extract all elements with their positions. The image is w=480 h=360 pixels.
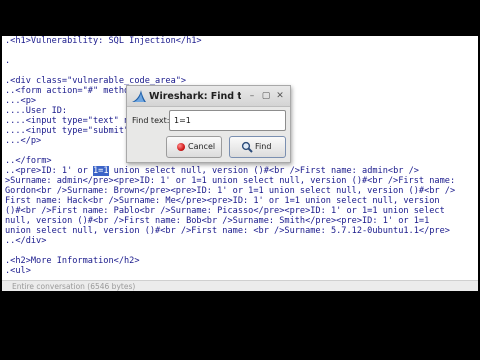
conversation-line: >Surname: admin</pre><pre>ID: 1' or 1=1 … bbox=[5, 176, 456, 186]
search-match-highlight: 1=1 bbox=[92, 166, 109, 176]
conversation-line: ...<p> bbox=[5, 96, 37, 106]
find-button-label: Find bbox=[255, 142, 272, 151]
dialog-title: Wireshark: Find text bbox=[149, 91, 241, 102]
follow-stream-window: .<h1>Vulnerability: SQL Injection</h1>..… bbox=[2, 36, 478, 291]
wireshark-fin-icon bbox=[132, 90, 146, 102]
conversation-line: .<h1>Vulnerability: SQL Injection</h1> bbox=[5, 36, 202, 46]
cancel-button-label: Cancel bbox=[188, 142, 216, 151]
magnifier-icon bbox=[241, 141, 253, 153]
conversation-line: ..</form> bbox=[5, 156, 52, 166]
conversation-line: .<ul> bbox=[5, 266, 31, 276]
screen-frame: .<h1>Vulnerability: SQL Injection</h1>..… bbox=[0, 0, 480, 360]
conversation-line: . bbox=[5, 56, 11, 66]
conversation-line: ..<pre>ID: 1' or 1=1 union select null, … bbox=[5, 166, 419, 176]
cancel-button[interactable]: Cancel bbox=[166, 136, 222, 158]
status-bar: Entire conversation (6546 bytes) bbox=[2, 280, 478, 291]
find-text-label: Find text: bbox=[132, 116, 170, 125]
conversation-line: First name: Hack<br />Surname: Me</pre><… bbox=[5, 196, 440, 206]
conversation-line: .<h2>More Information</h2> bbox=[5, 256, 140, 266]
close-icon[interactable]: ✕ bbox=[275, 91, 285, 101]
red-stop-icon bbox=[177, 143, 185, 151]
find-text-dialog: Wireshark: Find text – ▢ ✕ Find text: 1=… bbox=[126, 85, 291, 163]
conversation-line: ...</p> bbox=[5, 136, 42, 146]
conversation-line: ....User ID: bbox=[5, 106, 68, 116]
status-text: Entire conversation (6546 bytes) bbox=[12, 282, 136, 291]
find-text-input[interactable]: 1=1 bbox=[169, 110, 286, 131]
conversation-line: null, version ()#<br />First name: Bob<b… bbox=[5, 216, 430, 226]
dialog-titlebar[interactable]: Wireshark: Find text – ▢ ✕ bbox=[127, 86, 290, 107]
conversation-line: ..</div> bbox=[5, 236, 47, 246]
find-button[interactable]: Find bbox=[229, 136, 286, 158]
conversation-line: Gordon<br />Surname: Brown</pre><pre>ID:… bbox=[5, 186, 456, 196]
conversation-line: ()#<br />First name: Pablo<br />Surname:… bbox=[5, 206, 445, 216]
minimize-icon[interactable]: – bbox=[247, 91, 257, 101]
conversation-line: union select null, version ()#<br />Firs… bbox=[5, 226, 450, 236]
maximize-icon[interactable]: ▢ bbox=[261, 91, 271, 101]
